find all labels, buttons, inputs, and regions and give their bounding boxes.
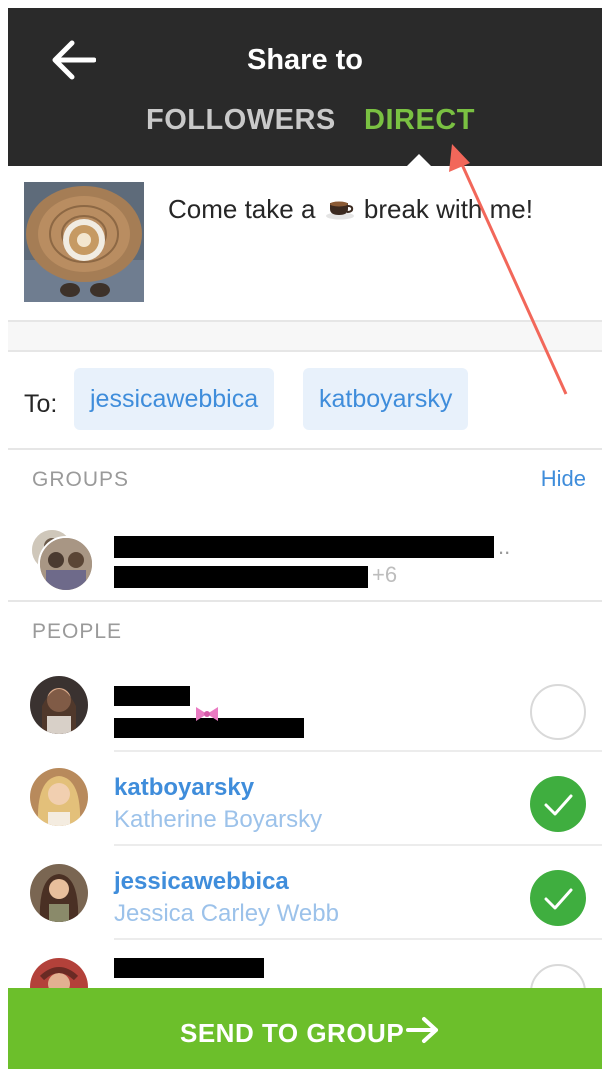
caption-text-start: Come take a [168,194,316,224]
to-label: To: [24,390,58,418]
checked-checkbox[interactable] [530,776,586,832]
redacted-group-name [114,536,494,558]
divider [8,448,602,450]
full-name: Katherine Boyarsky [114,806,323,833]
send-button-label: SEND TO GROUP [180,1018,405,1048]
post-thumbnail [24,182,144,302]
recipient-chip[interactable]: katboyarsky [303,368,469,430]
send-to-group-button[interactable]: SEND TO GROUP [8,988,602,1069]
tab-followers[interactable]: FOLLOWERS [146,104,336,137]
section-divider [8,320,602,352]
avatar [30,676,88,734]
full-name: Jessica Carley Webb [114,900,339,927]
post-caption: Come take a break with me! [168,194,533,225]
avatar [30,864,88,922]
group-avatar [38,536,94,592]
arrow-right-icon [406,1017,438,1043]
group-row[interactable]: .. +6 [8,514,602,600]
tab-direct[interactable]: DIRECT [364,104,475,137]
checked-checkbox[interactable] [530,870,586,926]
share-header: Share to FOLLOWERS DIRECT [8,8,602,167]
caption-text-end: break with me! [363,194,533,224]
people-header: PEOPLE [32,620,123,643]
group-name-ellipsis: .. [498,534,511,559]
select-checkbox[interactable] [530,684,586,740]
groups-header: GROUPS [32,468,130,491]
avatar [30,768,88,826]
page-title: Share to [246,44,364,76]
divider [8,600,602,602]
checkmark-icon [544,888,573,910]
redacted-group-members [114,566,368,588]
bow-emoji-icon [196,707,218,721]
person-row[interactable]: jessicawebbica Jessica Carley Webb [8,846,602,940]
share-screen: Share to FOLLOWERS DIRECT Come take a br… [8,8,602,1069]
coffee-cup-icon [325,201,354,220]
username: jessicawebbica [114,868,289,895]
recipient-chip[interactable]: jessicawebbica [74,368,275,430]
group-extra-count: +6 [372,562,398,587]
redacted-username [114,686,190,706]
redacted-username [114,958,264,978]
person-row[interactable]: katboyarsky Katherine Boyarsky [8,752,602,846]
username: katboyarsky [114,774,255,801]
person-row[interactable] [8,658,602,752]
hide-groups-link[interactable]: Hide [541,466,586,492]
checkmark-icon [544,794,573,816]
active-tab-indicator [406,154,432,167]
